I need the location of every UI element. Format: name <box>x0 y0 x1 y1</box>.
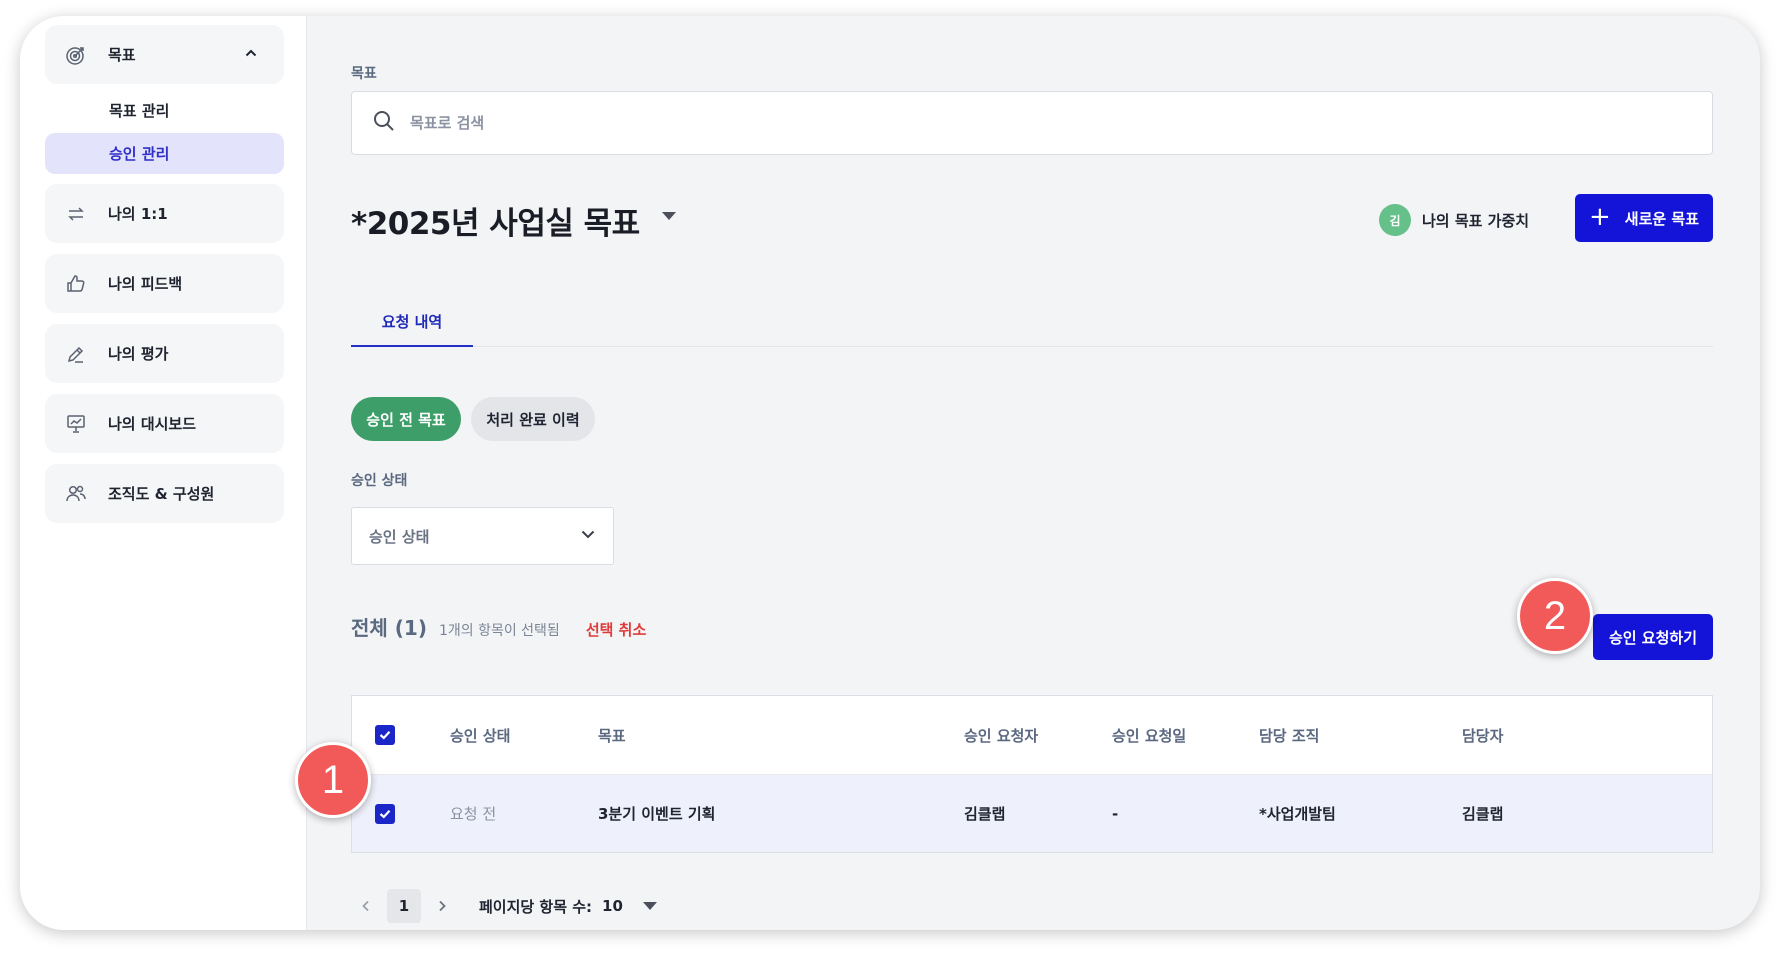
check-icon <box>379 809 391 819</box>
swap-arrows-icon <box>65 203 87 225</box>
sidebar-item-goals[interactable]: 목표 <box>45 25 284 84</box>
target-icon <box>65 44 87 66</box>
presentation-board-icon <box>65 413 87 435</box>
sidebar-item-evaluation[interactable]: 나의 평가 <box>45 324 284 383</box>
main-content: 목표 *2025년 사업실 목표 김 나의 목표 가중치 + 새로운 목표 요청… <box>307 16 1760 930</box>
new-goal-button[interactable]: + 새로운 목표 <box>1575 194 1713 242</box>
sidebar-item-label: 나의 피드백 <box>108 275 183 293</box>
check-icon <box>379 731 391 740</box>
search-icon <box>372 109 396 137</box>
row-checkbox[interactable] <box>375 803 395 824</box>
cancel-selection-link[interactable]: 선택 취소 <box>586 619 646 640</box>
per-page-value[interactable]: 10 <box>602 897 623 915</box>
annotation-marker-1: 1 <box>295 742 371 818</box>
avatar: 김 <box>1379 204 1411 236</box>
column-header-status[interactable]: 승인 상태 <box>450 696 510 774</box>
column-header-goal[interactable]: 목표 <box>598 696 626 774</box>
tab-request-history[interactable]: 요청 내역 <box>351 307 473 347</box>
request-approval-button[interactable]: 승인 요청하기 <box>1593 614 1713 660</box>
pen-icon <box>65 343 87 365</box>
tab-bar: 요청 내역 <box>351 307 1713 347</box>
caret-down-icon[interactable] <box>642 902 657 910</box>
plus-icon: + <box>1588 201 1611 232</box>
table-row[interactable]: 요청 전 3분기 이벤트 기획 김클랩 - *사업개발팀 김클랩 <box>352 775 1712 852</box>
sidebar-item-label: 나의 1:1 <box>108 205 168 223</box>
row-requester: 김클랩 <box>964 805 1006 823</box>
table-header: 승인 상태 목표 승인 요청자 승인 요청일 담당 조직 담당자 <box>352 696 1712 775</box>
sidebar-item-org-chart[interactable]: 조직도 & 구성원 <box>45 464 284 523</box>
users-icon <box>65 483 87 505</box>
caret-down-icon[interactable] <box>662 212 676 220</box>
sidebar-item-one-on-one[interactable]: 나의 1:1 <box>45 184 284 243</box>
sidebar-subitem-approval-management[interactable]: 승인 관리 <box>45 133 284 174</box>
approval-table: 승인 상태 목표 승인 요청자 승인 요청일 담당 조직 담당자 요청 전 3분… <box>351 695 1713 853</box>
next-page-button[interactable] <box>427 889 457 923</box>
my-goal-weight-button[interactable]: 김 나의 목표 가중치 <box>1379 204 1529 236</box>
column-header-request-date[interactable]: 승인 요청일 <box>1112 696 1186 774</box>
select-all-checkbox[interactable] <box>375 725 395 745</box>
prev-page-button[interactable] <box>351 889 381 923</box>
chevron-left-icon <box>362 900 369 912</box>
page-number-button[interactable]: 1 <box>387 889 421 923</box>
chip-pending-goals[interactable]: 승인 전 목표 <box>351 397 461 441</box>
selected-count: 1개의 항목이 선택됨 <box>438 623 560 639</box>
selection-summary: 전체 (1) 1개의 항목이 선택됨 선택 취소 <box>351 612 646 641</box>
sidebar-item-feedback[interactable]: 나의 피드백 <box>45 254 284 313</box>
row-org: *사업개발팀 <box>1259 805 1336 823</box>
chip-completed-history[interactable]: 처리 완료 이력 <box>471 397 595 441</box>
status-filter-label: 승인 상태 <box>351 473 408 489</box>
sidebar-item-label: 나의 대시보드 <box>108 415 197 433</box>
total-count: 전체 (1) <box>351 616 427 640</box>
row-owner: 김클랩 <box>1462 805 1504 823</box>
search-label: 목표 <box>351 66 377 82</box>
thumbs-up-icon <box>65 273 87 295</box>
row-status: 요청 전 <box>450 805 497 823</box>
sidebar-item-label: 조직도 & 구성원 <box>108 485 215 503</box>
row-request-date: - <box>1112 804 1119 823</box>
per-page-label: 페이지당 항목 수: <box>479 897 593 916</box>
sidebar: 목표 목표 관리 승인 관리 나의 1:1 나의 피드백 나의 평가 나의 대시… <box>20 16 307 930</box>
sidebar-item-label: 나의 평가 <box>108 345 169 363</box>
chevron-right-icon <box>439 900 446 912</box>
column-header-org[interactable]: 담당 조직 <box>1259 696 1319 774</box>
app-window: 목표 목표 관리 승인 관리 나의 1:1 나의 피드백 나의 평가 나의 대시… <box>20 16 1760 930</box>
goal-weight-label: 나의 목표 가중치 <box>1422 211 1530 230</box>
status-filter-value: 승인 상태 <box>369 527 430 546</box>
column-header-owner[interactable]: 담당자 <box>1462 696 1503 774</box>
sidebar-item-label: 목표 <box>108 46 136 64</box>
chevron-down-icon <box>579 525 597 547</box>
search-box[interactable] <box>351 91 1713 155</box>
chevron-up-icon[interactable] <box>243 45 259 61</box>
new-goal-label: 새로운 목표 <box>1624 209 1700 228</box>
sidebar-subitem-goal-management[interactable]: 목표 관리 <box>45 90 284 131</box>
column-header-requester[interactable]: 승인 요청자 <box>964 696 1038 774</box>
annotation-marker-2: 2 <box>1517 578 1593 654</box>
pagination: 1 페이지당 항목 수: 10 <box>351 888 657 924</box>
status-filter-select[interactable]: 승인 상태 <box>351 507 614 565</box>
search-input[interactable] <box>410 114 1610 132</box>
row-goal[interactable]: 3분기 이벤트 기획 <box>598 775 715 852</box>
sidebar-item-dashboard[interactable]: 나의 대시보드 <box>45 394 284 453</box>
page-title: *2025년 사업실 목표 <box>351 206 640 242</box>
